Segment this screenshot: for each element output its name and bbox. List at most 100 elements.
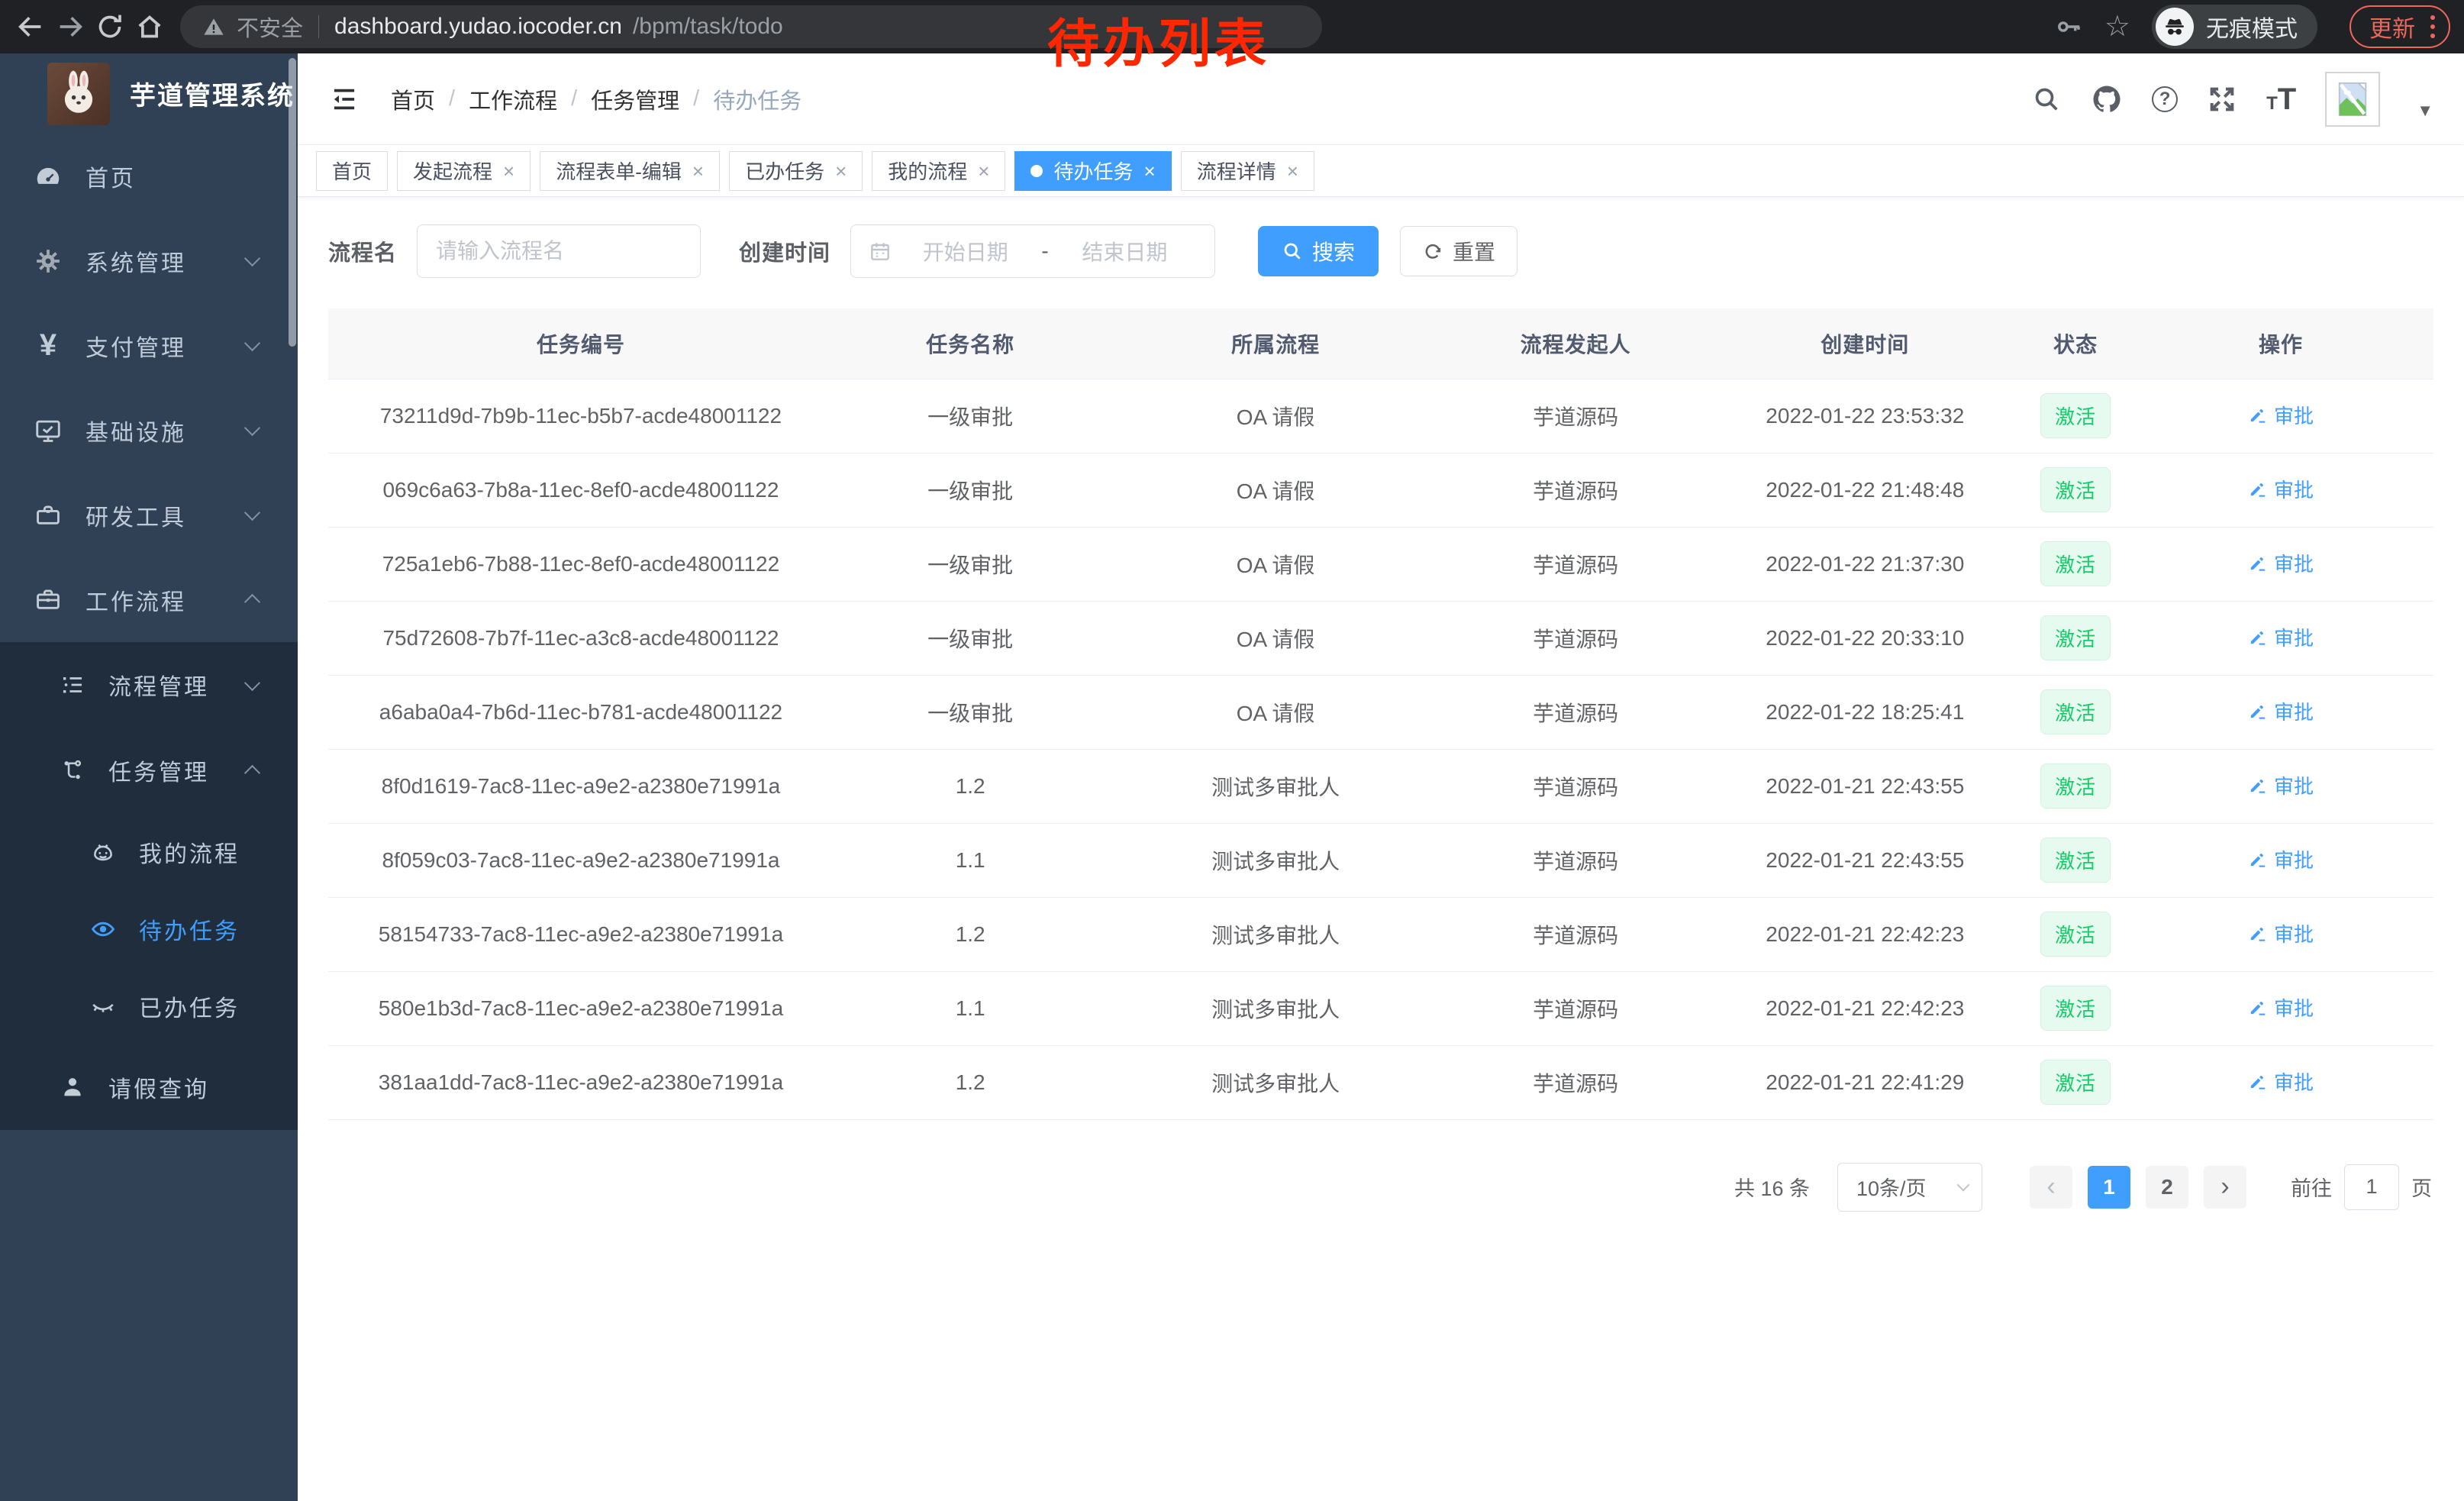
date-range-picker[interactable]: 开始日期 - 结束日期 bbox=[850, 224, 1215, 278]
app-logo-row[interactable]: 芋道管理系统 bbox=[0, 53, 298, 134]
breadcrumb-separator: / bbox=[693, 86, 699, 111]
breadcrumb-home[interactable]: 首页 bbox=[391, 83, 435, 115]
browser-forward-button[interactable] bbox=[50, 7, 90, 47]
cell-process: OA 请假 bbox=[1107, 453, 1443, 527]
security-label[interactable]: 不安全 bbox=[237, 11, 303, 43]
sidebar-item-my-process[interactable]: 我的流程 bbox=[0, 813, 298, 890]
refresh-icon bbox=[1422, 240, 1443, 262]
breadcrumb-workflow[interactable]: 工作流程 bbox=[469, 83, 557, 115]
approve-link[interactable]: 审批 bbox=[2248, 771, 2314, 799]
tab-start-process[interactable]: 发起流程 × bbox=[397, 151, 531, 191]
password-key-icon[interactable] bbox=[2054, 12, 2083, 41]
tab-done-tasks[interactable]: 已办任务 × bbox=[729, 151, 863, 191]
tab-close-icon[interactable]: × bbox=[1144, 161, 1156, 181]
approve-link[interactable]: 审批 bbox=[2248, 919, 2314, 947]
browser-home-button[interactable] bbox=[130, 7, 169, 47]
end-date-placeholder[interactable]: 结束日期 bbox=[1052, 236, 1198, 266]
approve-link[interactable]: 审批 bbox=[2248, 401, 2314, 429]
tab-todo-tasks[interactable]: 待办任务 × bbox=[1014, 151, 1171, 191]
browser-reload-button[interactable] bbox=[90, 7, 130, 47]
sidebar-item-home[interactable]: 首页 bbox=[0, 134, 298, 218]
tab-close-icon[interactable]: × bbox=[503, 161, 514, 181]
chevron-down-icon bbox=[244, 674, 260, 690]
process-name-input[interactable] bbox=[417, 224, 701, 278]
sidebar-item-system[interactable]: 系统管理 bbox=[0, 218, 298, 303]
github-icon[interactable] bbox=[2091, 83, 2123, 115]
breadcrumb: 首页 / 工作流程 / 任务管理 / 待办任务 bbox=[391, 83, 801, 115]
font-size-icon[interactable]: TT bbox=[2266, 86, 2296, 113]
approve-link[interactable]: 审批 bbox=[2248, 697, 2314, 725]
toolbox-icon bbox=[34, 501, 63, 530]
tab-form-edit[interactable]: 流程表单-编辑 × bbox=[540, 151, 720, 191]
sidebar-collapse-icon[interactable] bbox=[328, 83, 360, 115]
sidebar-item-leave-query[interactable]: 请假查询 bbox=[0, 1044, 298, 1130]
page-button-1[interactable]: 1 bbox=[2088, 1166, 2130, 1209]
help-icon[interactable]: ? bbox=[2152, 86, 2178, 112]
tab-close-icon[interactable]: × bbox=[692, 161, 704, 181]
avatar[interactable] bbox=[2325, 72, 2380, 127]
cell-task-id: 580e1b3d-7ac8-11ec-a9e2-a2380e71991a bbox=[328, 971, 834, 1045]
sidebar-item-payment[interactable]: ¥ 支付管理 bbox=[0, 303, 298, 388]
cell-task-name: 一级审批 bbox=[834, 675, 1108, 749]
sidebar-scrollbar[interactable] bbox=[289, 58, 296, 347]
sidebar-item-todo-tasks[interactable]: 待办任务 bbox=[0, 890, 298, 967]
col-task-id: 任务编号 bbox=[328, 308, 834, 379]
page-button-2[interactable]: 2 bbox=[2146, 1166, 2188, 1209]
status-badge: 激活 bbox=[2040, 1060, 2111, 1105]
table-row: 8f059c03-7ac8-11ec-a9e2-a2380e71991a 1.1… bbox=[328, 823, 2433, 897]
filter-bar: 流程名 创建时间 开始日期 - 结束日期 搜索 bbox=[328, 224, 2433, 278]
table-row: 73211d9d-7b9b-11ec-b5b7-acde48001122 一级审… bbox=[328, 379, 2433, 453]
tab-close-icon[interactable]: × bbox=[835, 161, 847, 181]
sidebar-item-done-tasks[interactable]: 已办任务 bbox=[0, 967, 298, 1044]
chrome-update-button[interactable]: 更新 bbox=[2350, 5, 2450, 48]
approve-link[interactable]: 审批 bbox=[2248, 549, 2314, 577]
tab-home[interactable]: 首页 bbox=[316, 151, 388, 191]
sidebar-item-process-mgmt[interactable]: 流程管理 bbox=[0, 642, 298, 728]
avatar-dropdown-caret-icon[interactable]: ▼ bbox=[2417, 101, 2433, 121]
approve-link[interactable]: 审批 bbox=[2248, 1067, 2314, 1096]
chevron-down-icon bbox=[244, 420, 260, 436]
tab-process-detail[interactable]: 流程详情 × bbox=[1181, 151, 1314, 191]
fullscreen-icon[interactable] bbox=[2207, 84, 2237, 115]
tab-label: 流程表单-编辑 bbox=[556, 157, 682, 185]
approve-link[interactable]: 审批 bbox=[2248, 475, 2314, 503]
approve-link[interactable]: 审批 bbox=[2248, 993, 2314, 1022]
prev-page-button[interactable]: ‹ bbox=[2030, 1166, 2072, 1209]
search-button[interactable]: 搜索 bbox=[1258, 226, 1379, 276]
cell-process: 测试多审批人 bbox=[1107, 971, 1443, 1045]
bookmark-star-icon[interactable]: ☆ bbox=[2104, 12, 2130, 41]
sidebar-item-devtools[interactable]: 研发工具 bbox=[0, 473, 298, 557]
browser-back-button[interactable] bbox=[11, 7, 50, 47]
cell-create-time: 2022-01-22 21:37:30 bbox=[1707, 527, 2023, 601]
browser-menu-icon[interactable] bbox=[2427, 12, 2438, 41]
breadcrumb-task-mgmt[interactable]: 任务管理 bbox=[591, 83, 679, 115]
tab-my-process[interactable]: 我的流程 × bbox=[872, 151, 1005, 191]
table-row: 75d72608-7b7f-11ec-a3c8-acde48001122 一级审… bbox=[328, 601, 2433, 675]
cell-process: 测试多审批人 bbox=[1107, 749, 1443, 823]
not-secure-warning-icon[interactable] bbox=[202, 15, 226, 39]
next-page-button[interactable]: › bbox=[2204, 1166, 2246, 1209]
page-size-select[interactable]: 10条/页 bbox=[1837, 1163, 1982, 1212]
cell-create-time: 2022-01-21 22:43:55 bbox=[1707, 749, 2023, 823]
app-header: 首页 / 工作流程 / 任务管理 / 待办任务 ? bbox=[298, 53, 2464, 145]
cell-process: OA 请假 bbox=[1107, 379, 1443, 453]
reset-button[interactable]: 重置 bbox=[1400, 226, 1517, 276]
col-status: 状态 bbox=[2023, 308, 2128, 379]
sidebar-item-infra[interactable]: 基础设施 bbox=[0, 388, 298, 473]
goto-page-input[interactable] bbox=[2344, 1164, 2399, 1210]
cell-process: 测试多审批人 bbox=[1107, 1045, 1443, 1119]
sidebar-item-workflow[interactable]: 工作流程 bbox=[0, 557, 298, 642]
tab-close-icon[interactable]: × bbox=[1287, 161, 1298, 181]
app-title: 芋道管理系统 bbox=[130, 75, 295, 112]
sidebar-item-task-mgmt[interactable]: 任务管理 bbox=[0, 728, 298, 813]
approve-link[interactable]: 审批 bbox=[2248, 845, 2314, 873]
url-host[interactable]: dashboard.yudao.iocoder.cn bbox=[334, 14, 622, 40]
approve-link[interactable]: 审批 bbox=[2248, 623, 2314, 651]
url-path[interactable]: /bpm/task/todo bbox=[633, 14, 783, 40]
tab-close-icon[interactable]: × bbox=[978, 161, 989, 181]
cell-task-id: 381aa1dd-7ac8-11ec-a9e2-a2380e71991a bbox=[328, 1045, 834, 1119]
start-date-placeholder[interactable]: 开始日期 bbox=[892, 236, 1038, 266]
range-separator: - bbox=[1038, 239, 1051, 263]
search-icon[interactable] bbox=[2031, 84, 2062, 115]
sidebar-item-label: 待办任务 bbox=[139, 912, 240, 946]
